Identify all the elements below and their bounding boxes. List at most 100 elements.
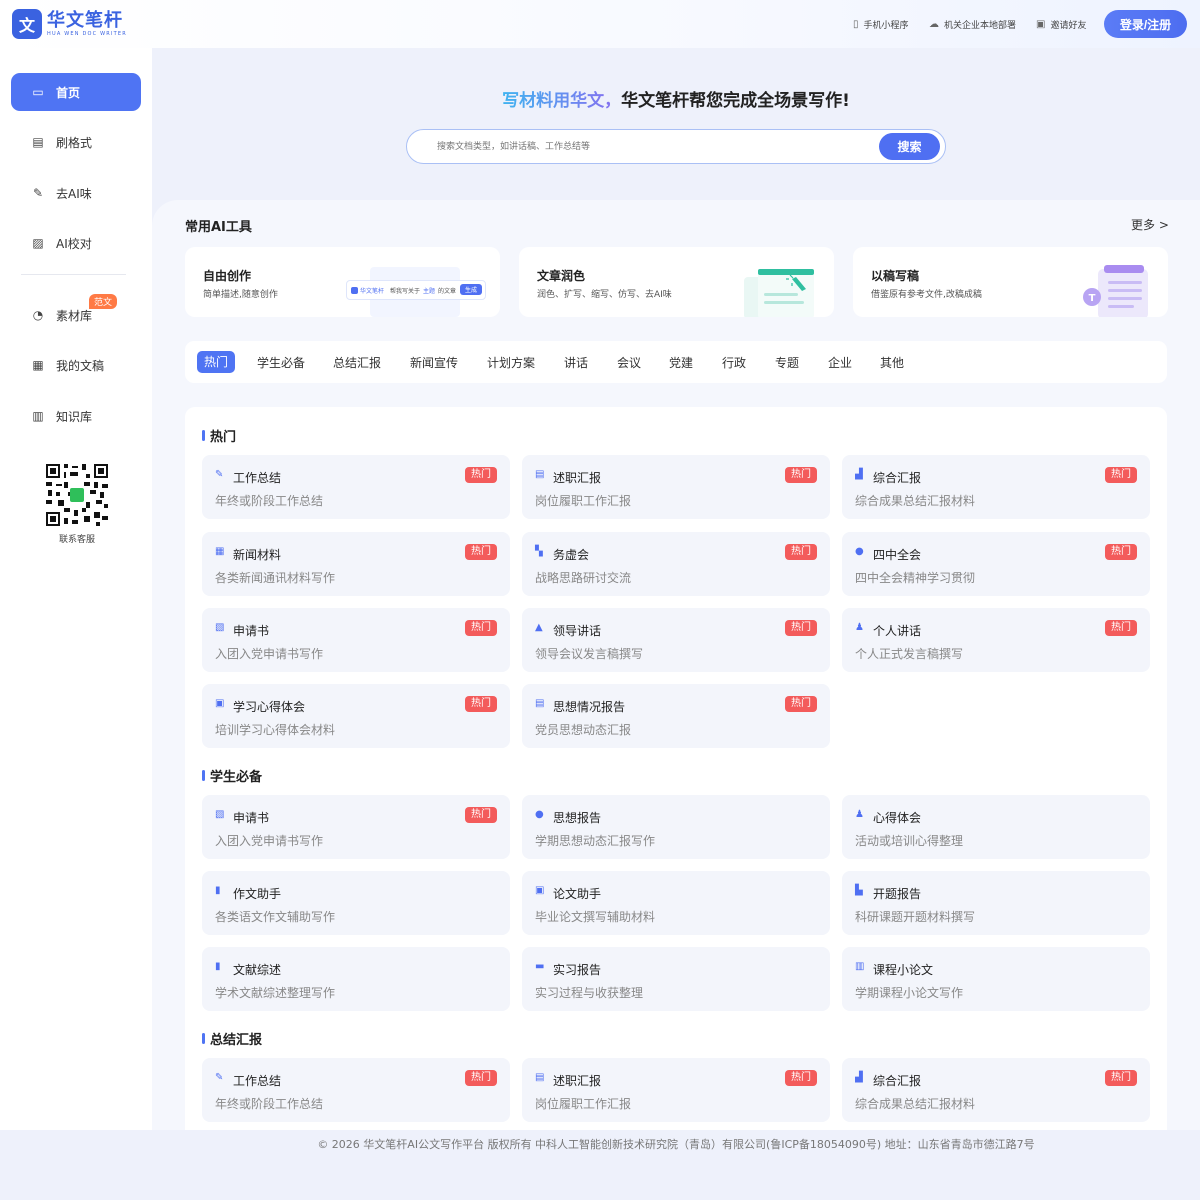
template-card[interactable]: ▧ 申请书 入团入党申请书写作 热门 xyxy=(202,795,510,859)
tools-more-link[interactable]: 更多 > xyxy=(1131,216,1169,233)
template-card[interactable]: ▣ 学习心得体会 培训学习心得体会材料 热门 xyxy=(202,684,510,748)
tab-summary[interactable]: 总结汇报 xyxy=(333,353,381,373)
tab-special[interactable]: 专题 xyxy=(775,353,799,373)
application-icon: ▧ xyxy=(215,622,225,633)
tool-card-polish[interactable]: 文章润色 润色、扩写、缩写、仿写、去AI味 xyxy=(519,247,834,317)
material-icon: ◔ xyxy=(32,308,44,322)
sample-badge: 范文 xyxy=(89,294,118,309)
template-list: 热门 ✎ 工作总结 年终或阶段工作总结 热门 ▤ 述职汇报 岗位履职工作汇报 热… xyxy=(185,407,1167,1130)
hot-badge: 热门 xyxy=(465,696,497,712)
template-card[interactable]: ▤ 述职汇报 岗位履职工作汇报 热门 xyxy=(522,1058,830,1122)
template-card[interactable]: ▮ 文献综述 学术文献综述整理写作 xyxy=(202,947,510,1011)
template-card[interactable]: ▙ 开题报告 科研课题开题材料撰写 xyxy=(842,871,1150,935)
template-card[interactable]: ✎ 工作总结 年终或阶段工作总结 热门 xyxy=(202,455,510,519)
tab-other[interactable]: 其他 xyxy=(880,353,904,373)
template-card[interactable]: ▤ 述职汇报 岗位履职工作汇报 热门 xyxy=(522,455,830,519)
newspaper-icon: ▦ xyxy=(215,546,225,557)
sidebar-item-remove-ai[interactable]: ✎ 去AI味 xyxy=(11,174,141,212)
proofread-icon: ▨ xyxy=(32,236,44,250)
svg-text:T: T xyxy=(1089,293,1096,304)
tab-enterprise[interactable]: 企业 xyxy=(828,353,852,373)
template-card[interactable]: ▚ 务虚会 战略思路研讨交流 热门 xyxy=(522,532,830,596)
sidebar: ▭ 首页 ▤ 刷格式 ✎ 去AI味 ▨ AI校对 ◔ 素材库 范文 ▦ 我的文稿… xyxy=(0,48,152,1130)
tab-news[interactable]: 新闻宣传 xyxy=(410,353,458,373)
sidebar-item-home[interactable]: ▭ 首页 xyxy=(11,73,141,111)
tab-students[interactable]: 学生必备 xyxy=(257,353,305,373)
brand-mini-icon xyxy=(351,286,358,294)
tab-hot[interactable]: 热门 xyxy=(197,351,236,373)
template-card[interactable]: ▟ 综合汇报 综合成果总结汇报材料 热门 xyxy=(842,455,1150,519)
sidebar-item-knowledge[interactable]: ▥ 知识库 xyxy=(11,397,141,435)
section-title-summary: 总结汇报 xyxy=(202,1029,262,1048)
tool-card-free-writing[interactable]: 自由创作 简单描述,随意创作 华文笔杆 帮我写关于 主题 的文章 生成 xyxy=(185,247,500,317)
template-card[interactable]: ✎ 工作总结 年终或阶段工作总结 热门 xyxy=(202,1058,510,1122)
tab-speech[interactable]: 讲话 xyxy=(564,353,588,373)
hot-badge: 热门 xyxy=(1105,467,1137,483)
hot-badge: 热门 xyxy=(785,696,817,712)
footer: © 2026 华文笔杆AI公文写作平台 版权所有 中科人工智能创新技术研究院（青… xyxy=(317,1138,1035,1151)
template-card[interactable]: ♟ 心得体会 活动或培训心得整理 xyxy=(842,795,1150,859)
hot-badge: 热门 xyxy=(465,467,497,483)
library-icon: ▥ xyxy=(32,409,44,423)
hot-badge: 热门 xyxy=(465,1070,497,1086)
template-card[interactable]: ▮ 作文助手 各类语文作文辅助写作 xyxy=(202,871,510,935)
template-card[interactable]: ● 四中全会 四中全会精神学习贯彻 热门 xyxy=(842,532,1150,596)
application-icon: ▧ xyxy=(215,809,225,820)
tool-illustration-prompt: 华文笔杆 帮我写关于 主题 的文章 生成 xyxy=(346,280,486,300)
logo[interactable]: 文 华文笔杆 HUA WEN DOC WRITER xyxy=(12,9,127,39)
search-button[interactable]: 搜索 xyxy=(879,133,940,160)
hero-rest: 华文笔杆帮您完成全场景写作! xyxy=(621,91,850,111)
template-card[interactable]: ▤ 思想情况报告 党员思想动态汇报 热门 xyxy=(522,684,830,748)
tab-party[interactable]: 党建 xyxy=(669,353,693,373)
hot-badge: 热门 xyxy=(785,467,817,483)
logo-title: 华文笔杆 xyxy=(47,9,123,31)
template-card[interactable]: ▲ 领导讲话 领导会议发言稿撰写 热门 xyxy=(522,608,830,672)
hot-badge: 热门 xyxy=(1105,620,1137,636)
sidebar-item-my-docs[interactable]: ▦ 我的文稿 xyxy=(11,346,141,384)
tab-plans[interactable]: 计划方案 xyxy=(487,353,535,373)
template-card[interactable]: ▟ 综合汇报 综合成果总结汇报材料 热门 xyxy=(842,1058,1150,1122)
work-summary-icon: ✎ xyxy=(215,1072,224,1083)
folder-icon: ▭ xyxy=(32,85,44,99)
template-card[interactable]: ▬ 实习报告 实习过程与收获整理 xyxy=(522,947,830,1011)
main-panel: 常用AI工具 更多 > 自由创作 简单描述,随意创作 华文笔杆 帮我写关于 主题… xyxy=(152,200,1200,1130)
library-books-icon: ▥ xyxy=(855,961,865,972)
tab-admin[interactable]: 行政 xyxy=(722,353,746,373)
section-title-students: 学生必备 xyxy=(202,766,262,785)
login-register-button[interactable]: 登录/注册 xyxy=(1104,10,1187,38)
hot-badge: 热门 xyxy=(465,620,497,636)
search-input[interactable] xyxy=(437,139,857,155)
sidebar-item-ai-proofread[interactable]: ▨ AI校对 xyxy=(11,224,141,262)
hot-badge: 热门 xyxy=(785,620,817,636)
invite-friends-link[interactable]: ▣ 邀请好友 xyxy=(1036,18,1086,31)
hot-badge: 热门 xyxy=(785,1070,817,1086)
essay-icon: ▮ xyxy=(215,885,221,896)
hot-badge: 热门 xyxy=(785,544,817,560)
logo-subtitle: HUA WEN DOC WRITER xyxy=(47,30,127,37)
internship-icon: ▬ xyxy=(535,961,545,972)
chart-icon: ▟ xyxy=(855,469,863,480)
tab-meeting[interactable]: 会议 xyxy=(617,353,641,373)
tool-card-draft-from-draft[interactable]: 以稿写稿 借鉴原有参考文件,改稿成稿 T xyxy=(853,247,1168,317)
hot-badge: 热门 xyxy=(1105,544,1137,560)
mini-program-link[interactable]: ▯ 手机小程序 xyxy=(853,18,909,31)
local-deploy-link[interactable]: ☁ 机关企业本地部署 xyxy=(929,18,1016,31)
sidebar-item-format[interactable]: ▤ 刷格式 xyxy=(11,123,141,161)
draft-illustration-icon: T xyxy=(1083,265,1148,317)
hero-accent: 写材料用华文， xyxy=(502,91,622,111)
section-title-hot: 热门 xyxy=(202,426,236,445)
report-icon: ▤ xyxy=(535,1072,545,1083)
template-card[interactable]: ▦ 新闻材料 各类新闻通讯材料写作 热门 xyxy=(202,532,510,596)
cloud-icon: ☁ xyxy=(929,19,939,30)
template-card[interactable]: ▥ 课程小论文 学期课程小论文写作 xyxy=(842,947,1150,1011)
sidebar-item-materials[interactable]: ◔ 素材库 xyxy=(11,296,141,334)
work-summary-icon: ✎ xyxy=(215,469,224,480)
template-card[interactable]: ♟ 个人讲话 个人正式发言稿撰写 热门 xyxy=(842,608,1150,672)
template-card[interactable]: ▧ 申请书 入团入党申请书写作 热门 xyxy=(202,608,510,672)
proposal-icon: ▙ xyxy=(855,885,863,896)
template-card[interactable]: ▣ 论文助手 毕业论文撰写辅助材料 xyxy=(522,871,830,935)
document-icon: ▦ xyxy=(32,358,44,372)
paper-icon: ▣ xyxy=(535,885,545,896)
category-tabs: 热门 学生必备 总结汇报 新闻宣传 计划方案 讲话 会议 党建 行政 专题 企业… xyxy=(185,341,1167,383)
template-card[interactable]: ● 思想报告 学期思想动态汇报写作 xyxy=(522,795,830,859)
